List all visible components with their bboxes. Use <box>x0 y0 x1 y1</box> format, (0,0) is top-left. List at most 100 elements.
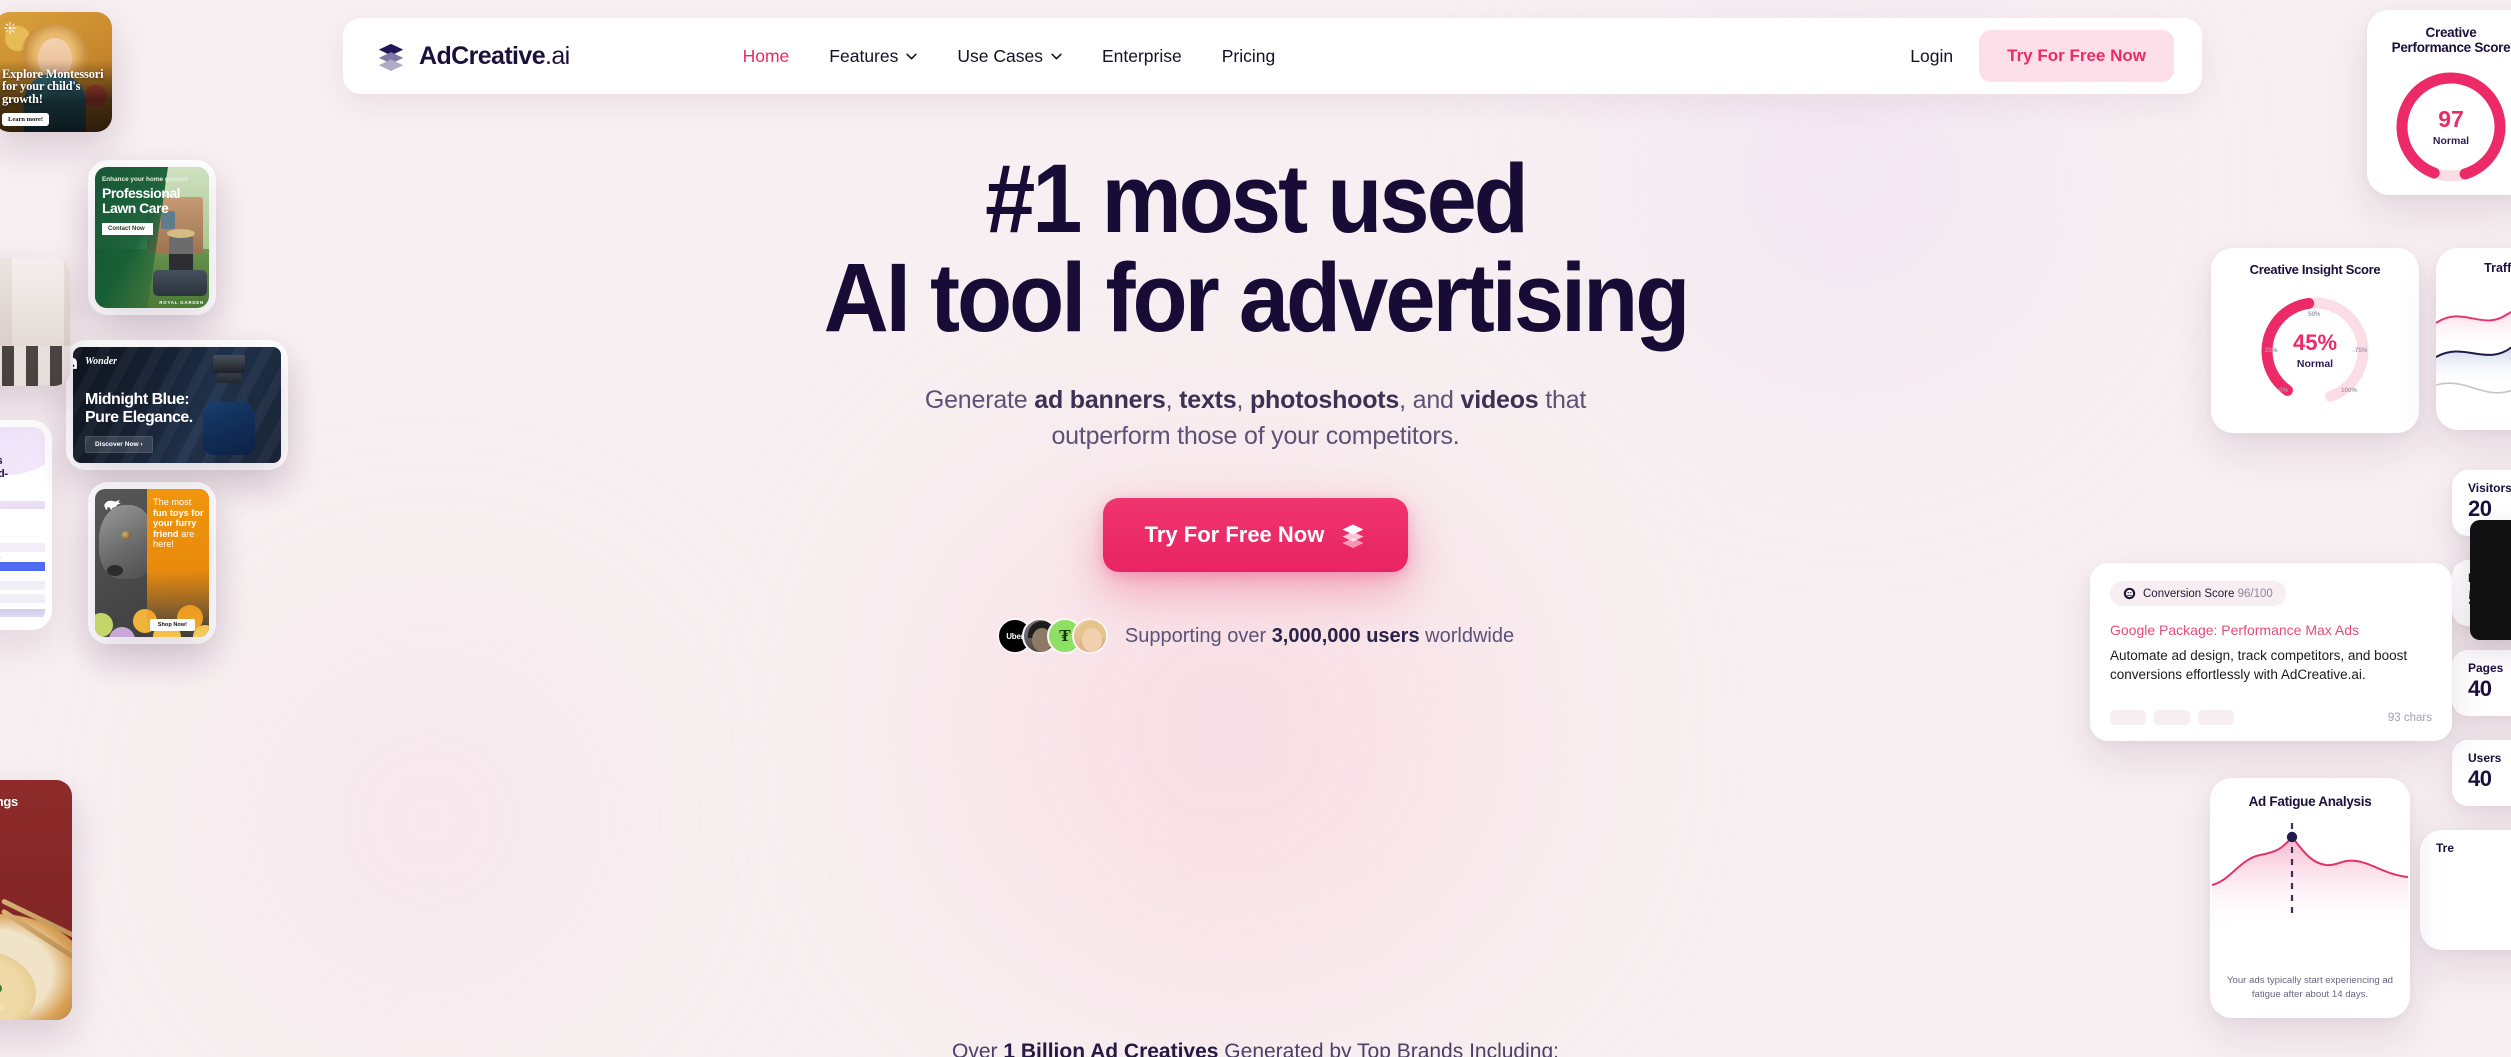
metric-value-pages: 40 <box>2468 676 2492 701</box>
social-proof-text: Supporting over 3,000,000 users worldwid… <box>1125 625 1514 648</box>
header-try-free-button[interactable]: Try For Free Now <box>1979 30 2174 82</box>
conversion-pill <box>2154 710 2190 725</box>
sub-line-2: outperform those of your competitors. <box>1051 422 1460 451</box>
perfume-bottle-cap <box>213 355 245 373</box>
sub-part-6: , and <box>1399 385 1461 414</box>
sub-part-4: , <box>1236 385 1250 414</box>
sub-part-8: that <box>1538 385 1587 414</box>
chevron-down-icon <box>1051 53 1062 59</box>
metric-label-users: Users <box>2468 751 2502 765</box>
cloud-headline: business our cloud- olution! <box>0 455 41 494</box>
chevron-down-icon <box>906 53 918 59</box>
conversion-pill <box>2198 710 2234 725</box>
nav-label-enterprise: Enterprise <box>1101 45 1182 66</box>
conversion-footer: 93 chars <box>2110 710 2432 725</box>
hero-cta-label: Try For Free Now <box>1144 522 1325 548</box>
wise-label: ₮ <box>1059 626 1071 646</box>
hero-try-free-button[interactable]: Try For Free Now <box>1102 498 1409 573</box>
brands-prefix: Over <box>952 1040 1004 1057</box>
stacked-layers-icon <box>378 43 404 71</box>
metric-value-users: 40 <box>2468 766 2492 791</box>
nav-label-use-cases: Use Cases <box>957 45 1043 66</box>
header-actions: Login Try For Free Now <box>1898 30 2174 82</box>
sub-part-2: , <box>1165 385 1180 414</box>
crown-logo-icon <box>73 357 77 369</box>
perfume-brand: Wonder <box>73 356 118 369</box>
nav-item-enterprise[interactable]: Enterprise <box>1102 46 1182 67</box>
cps-title-l1: Creative <box>2425 25 2477 40</box>
cloud-input-other <box>0 581 45 590</box>
nav-label-home: Home <box>742 45 790 66</box>
social-proof: Uber ₮ Supporting over 3,000,000 users w… <box>0 618 2511 655</box>
brand-logo[interactable]: AdCreative.ai <box>376 41 570 71</box>
trend-label: Tre <box>2436 841 2455 855</box>
food-headline-l1: Your Cravings <box>0 794 18 809</box>
fatigue-chart-svg <box>2211 823 2409 931</box>
conversion-chip-score: 96/100 <box>2237 587 2273 600</box>
cps-status: Normal <box>2432 134 2470 147</box>
montessori-headline: Explore Montessori for your child's grow… <box>2 66 104 107</box>
ad-creative-chess[interactable] <box>0 258 70 386</box>
hero-subtitle: Generate ad banners, texts, photoshoots,… <box>0 382 2511 455</box>
nav-label-features: Features <box>829 45 899 66</box>
montessori-cta[interactable]: Learn more! <box>2 113 50 126</box>
brand-name: AdCreative.ai <box>419 42 570 71</box>
person-photo-avatar-2 <box>1071 618 1108 655</box>
nav-label-pricing: Pricing <box>1221 45 1276 66</box>
food-broth <box>0 950 36 1020</box>
card-trend: Tre <box>2420 830 2511 950</box>
conversion-char-count: 93 chars <box>2387 711 2432 724</box>
page-title: #1 most used AI tool for advertising <box>88 149 2423 348</box>
conversion-pill <box>2110 710 2146 725</box>
conversion-score-chip: Conversion Score 96/100 <box>2110 581 2286 606</box>
nav-item-pricing[interactable]: Pricing <box>1222 46 1276 67</box>
cloud-input-other-2 <box>0 594 45 603</box>
login-link[interactable]: Login <box>1898 46 1965 67</box>
sub-part-3: texts <box>1179 385 1237 414</box>
food-headline: Your Cravings Every Bite! <box>0 794 68 824</box>
clock-icon <box>2123 587 2136 600</box>
fatigue-note: Your ads typically start experiencing ad… <box>2226 975 2394 1000</box>
social-count: 3,000,000 users <box>1271 624 1420 647</box>
conversion-chip-label: Conversion Score <box>2143 587 2235 600</box>
cps-title-l2: Performance Score <box>2391 40 2511 55</box>
brands-strip-heading: Over 1 Billion Ad Creatives Generated by… <box>0 1040 2511 1057</box>
brands-suffix: Generated by Top Brands Including: <box>1218 1040 1559 1057</box>
nav-item-home[interactable]: Home <box>743 46 790 67</box>
site-header: AdCreative.ai Home Features Use Cases En… <box>343 18 2202 94</box>
sub-part-5: photoshoots <box>1249 385 1400 414</box>
cloud-headline-l1: business <box>0 455 3 467</box>
chess-floor <box>0 346 70 386</box>
traffic-title: Traffic Chart <box>2484 261 2511 275</box>
perfume-brand-text: Wonder <box>85 356 118 367</box>
brand-name-bold: AdCreative <box>419 41 546 70</box>
brand-name-light: .ai <box>545 41 570 70</box>
cps-title: Creative Performance Score <box>2367 25 2511 55</box>
sub-part-0: Generate <box>924 385 1035 414</box>
brands-bold: 1 Billion Ad Creatives <box>1003 1040 1219 1057</box>
headline-line-2: AI tool for advertising <box>823 242 1691 352</box>
conversion-chip-text: Conversion Score 96/100 <box>2143 588 2273 600</box>
stacked-layers-icon <box>1342 524 1364 549</box>
ad-creative-montessori[interactable]: Explore Montessori for your child's grow… <box>0 12 112 132</box>
montessori-brand-icon <box>3 21 17 35</box>
card-metric-users: Users 40 <box>2452 740 2511 806</box>
nav-item-features[interactable]: Features <box>829 45 918 67</box>
card-ad-fatigue-analysis: Ad Fatigue Analysis Your ads typically s… <box>2210 778 2410 1018</box>
card-metric-pages: Pages 40 <box>2452 650 2511 716</box>
cps-value: 97 <box>2438 105 2464 132</box>
sub-part-1: ad banners <box>1034 385 1166 414</box>
avatar-face <box>1081 628 1102 653</box>
social-suffix: worldwide <box>1419 624 1515 647</box>
headline-line-1: #1 most used <box>985 144 1529 253</box>
avatar-group: Uber ₮ <box>996 618 1108 655</box>
hero-cta-wrap: Try For Free Now <box>0 498 2511 573</box>
main-nav: Home Features Use Cases Enterprise Prici… <box>743 46 1276 67</box>
social-prefix: Supporting over <box>1124 624 1272 647</box>
cloud-headline-l2: our cloud- <box>0 468 8 480</box>
cis-status: Normal <box>2296 358 2334 370</box>
nav-item-use-cases[interactable]: Use Cases <box>957 46 1062 67</box>
metric-label-visitors: Visitors <box>2468 481 2511 495</box>
fatigue-title: Ad Fatigue Analysis <box>2248 794 2372 809</box>
ad-creative-food[interactable]: Your Cravings Every Bite! Taste it! <box>0 780 72 1020</box>
